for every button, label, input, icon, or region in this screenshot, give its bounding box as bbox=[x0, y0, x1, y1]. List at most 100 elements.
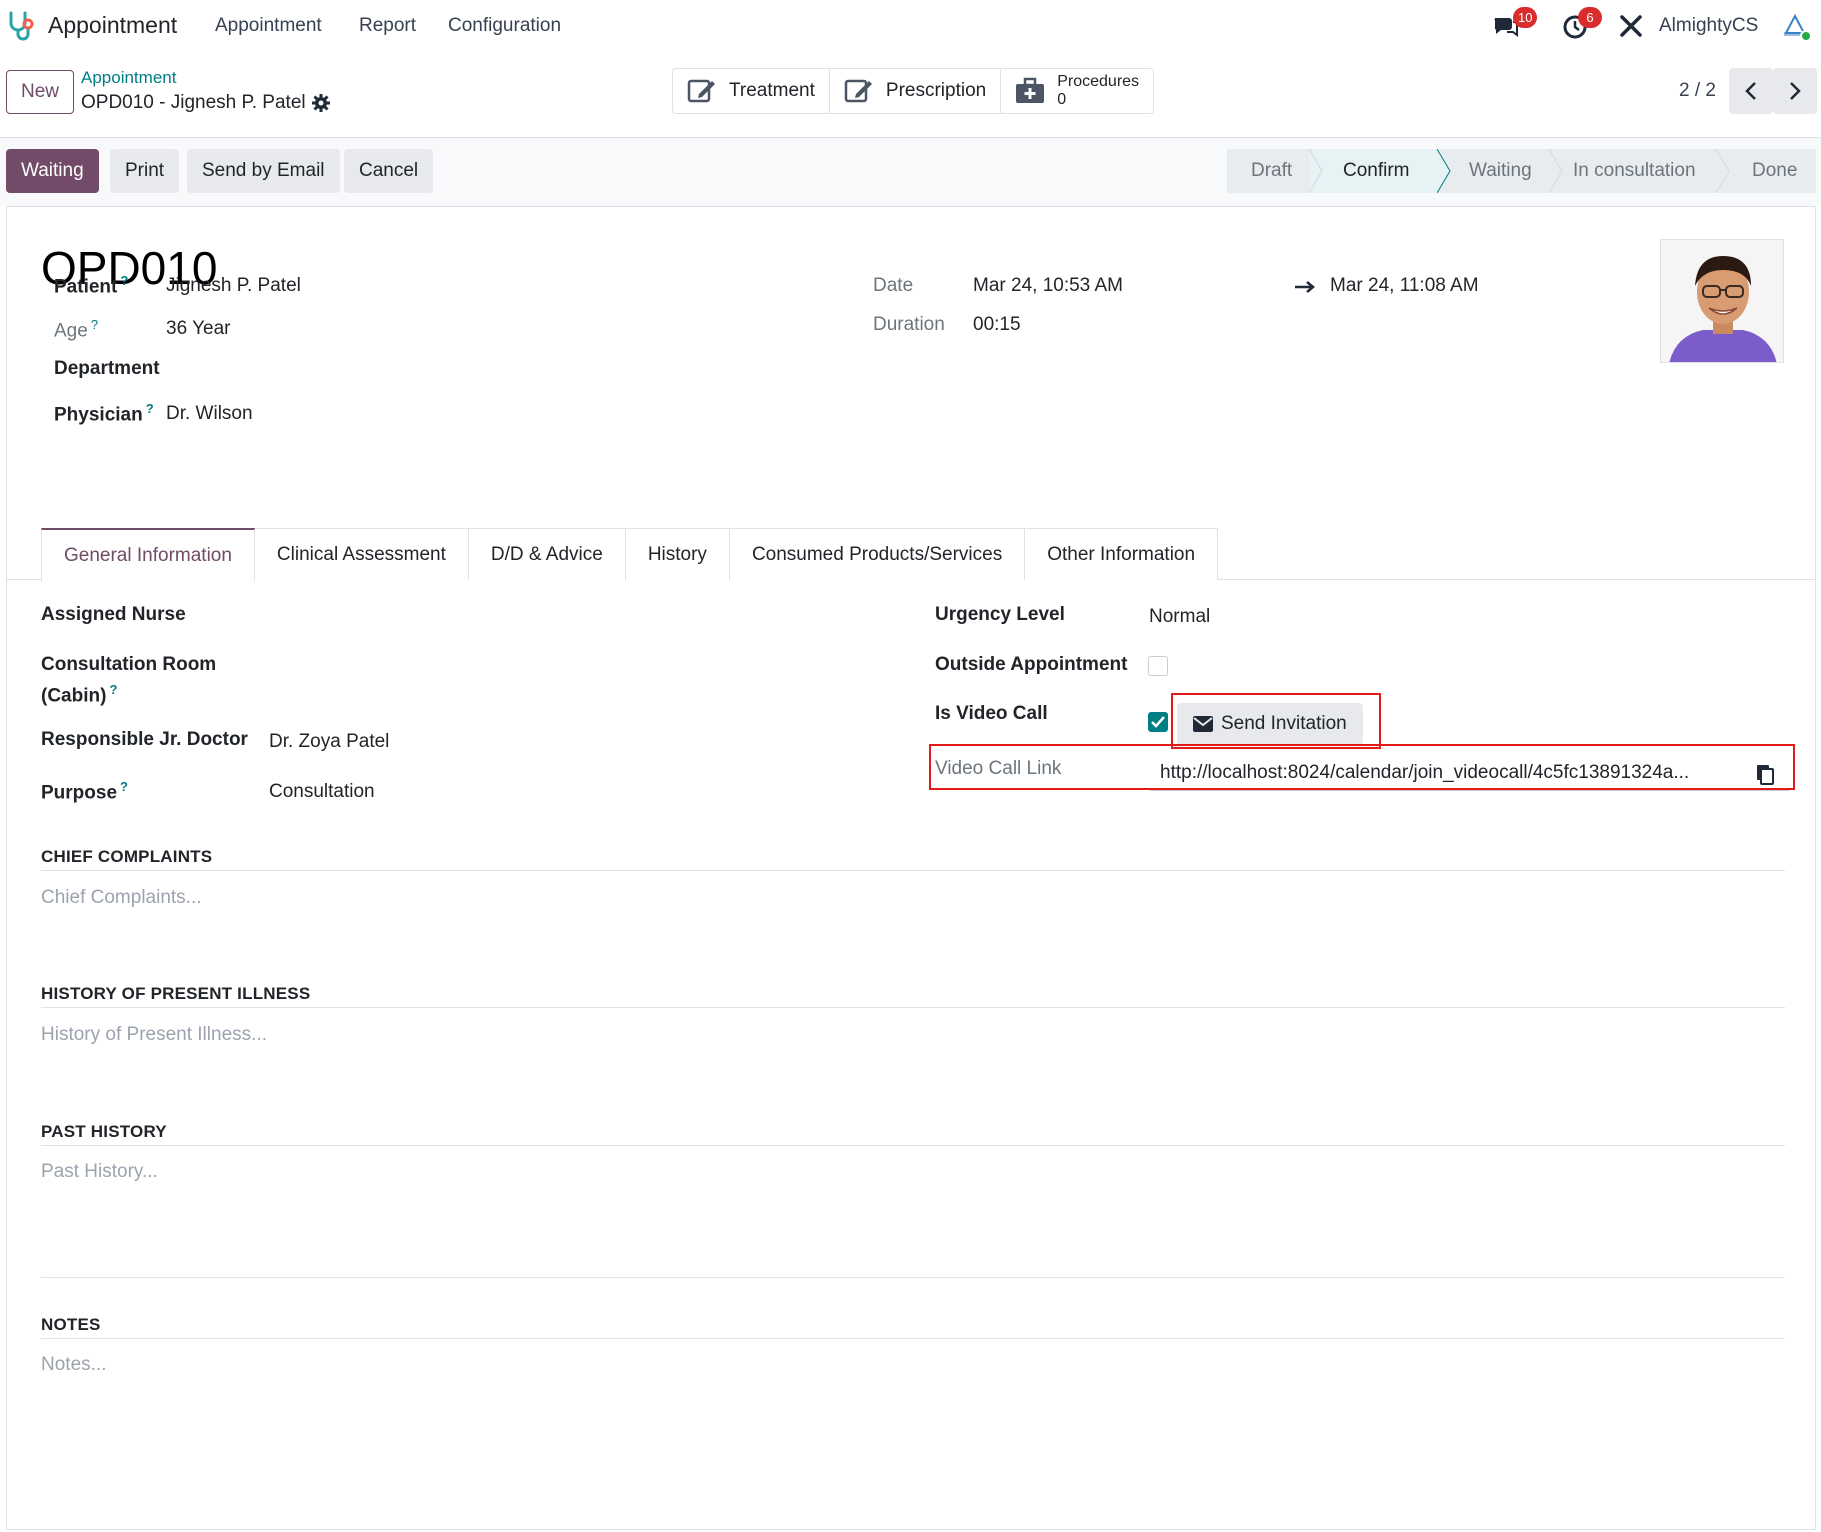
stage-arrow bbox=[1437, 149, 1451, 193]
pager-previous-button[interactable] bbox=[1729, 68, 1773, 114]
consultation-room-label: Consultation Room bbox=[41, 654, 217, 675]
urgency-value[interactable]: Normal bbox=[1149, 606, 1210, 628]
edit-icon bbox=[687, 79, 715, 103]
medkit-icon bbox=[1016, 77, 1045, 103]
duration-label: Duration bbox=[873, 314, 945, 335]
tab-consumed-products[interactable]: Consumed Products/Services bbox=[728, 528, 1026, 580]
stage-waiting-label: Waiting bbox=[1469, 160, 1532, 181]
chief-complaints-title: CHIEF COMPLAINTS bbox=[41, 847, 213, 866]
stage-done[interactable]: Done bbox=[1718, 149, 1816, 193]
purpose-label: Purpose? bbox=[41, 779, 128, 804]
prescription-button[interactable]: Prescription bbox=[830, 69, 1002, 113]
stage-draft[interactable]: Draft bbox=[1227, 149, 1323, 193]
physician-label: Physician? bbox=[54, 401, 154, 426]
urgency-label: Urgency Level bbox=[935, 604, 1065, 625]
date-label: Date bbox=[873, 275, 914, 296]
patient-value[interactable]: Jignesh P. Patel bbox=[166, 275, 301, 297]
section-divider bbox=[41, 870, 1785, 871]
hpi-title: HISTORY OF PRESENT ILLNESS bbox=[41, 984, 311, 1003]
top-navbar: Appointment Appointment Report Configura… bbox=[0, 0, 1821, 52]
chevron-left-icon bbox=[1745, 82, 1756, 100]
send-by-email-button[interactable]: Send by Email bbox=[187, 149, 340, 193]
treatment-button[interactable]: Treatment bbox=[673, 69, 830, 113]
date-start-value[interactable]: Mar 24, 10:53 AM bbox=[973, 275, 1123, 297]
age-label: Age? bbox=[54, 317, 99, 342]
jr-doctor-label: Responsible Jr. Doctor bbox=[41, 729, 248, 750]
assigned-nurse-label: Assigned Nurse bbox=[41, 604, 186, 625]
highlight-box-video-link bbox=[929, 744, 1795, 790]
tab-clinical-assessment[interactable]: Clinical Assessment bbox=[253, 528, 469, 580]
stage-in-consultation-label: In consultation bbox=[1573, 160, 1696, 181]
stethoscope-icon[interactable] bbox=[6, 10, 38, 42]
notes-input[interactable]: Notes... bbox=[41, 1354, 106, 1376]
video-call-checkbox[interactable] bbox=[1148, 712, 1168, 732]
stage-arrow bbox=[1716, 149, 1730, 193]
patient-label: Patient? bbox=[54, 273, 129, 298]
stage-waiting[interactable]: Waiting bbox=[1439, 149, 1563, 193]
waiting-button[interactable]: Waiting bbox=[6, 149, 99, 193]
app-name[interactable]: Appointment bbox=[48, 12, 177, 39]
menu-report[interactable]: Report bbox=[359, 15, 416, 37]
treatment-label: Treatment bbox=[729, 80, 815, 101]
company-name[interactable]: AlmightyCS bbox=[1659, 15, 1758, 37]
hpi-input[interactable]: History of Present Illness... bbox=[41, 1024, 267, 1046]
purpose-value[interactable]: Consultation bbox=[269, 781, 375, 803]
tools-icon[interactable] bbox=[1618, 13, 1644, 39]
form-sheet: OPD010 Patient? Jignesh P. Patel Age? 36… bbox=[6, 206, 1816, 1530]
stage-done-label: Done bbox=[1752, 160, 1798, 181]
physician-value[interactable]: Dr. Wilson bbox=[166, 403, 253, 425]
menu-appointment[interactable]: Appointment bbox=[215, 15, 322, 37]
chevron-right-icon bbox=[1790, 82, 1801, 100]
gear-icon[interactable] bbox=[312, 94, 330, 112]
procedures-label: Procedures bbox=[1057, 73, 1140, 90]
tab-history[interactable]: History bbox=[624, 528, 730, 580]
consultation-room-field[interactable] bbox=[269, 654, 669, 678]
jr-doctor-value[interactable]: Dr. Zoya Patel bbox=[269, 731, 389, 753]
edit-icon bbox=[844, 79, 872, 103]
procedures-count: 0 bbox=[1057, 91, 1067, 108]
duration-value[interactable]: 00:15 bbox=[973, 314, 1021, 336]
age-value: 36 Year bbox=[166, 318, 231, 339]
assigned-nurse-field[interactable] bbox=[269, 604, 669, 628]
patient-photo[interactable] bbox=[1660, 239, 1784, 363]
messages-badge: 10 bbox=[1513, 7, 1538, 28]
activities-badge: 6 bbox=[1578, 7, 1602, 28]
stage-in-consultation[interactable]: In consultation bbox=[1551, 149, 1730, 193]
video-call-label: Is Video Call bbox=[935, 703, 1048, 724]
cancel-button[interactable]: Cancel bbox=[344, 149, 434, 193]
date-end-value[interactable]: Mar 24, 11:08 AM bbox=[1330, 275, 1479, 297]
tab-other-information[interactable]: Other Information bbox=[1024, 528, 1219, 580]
pager-value[interactable]: 2 / 2 bbox=[1679, 80, 1716, 102]
print-button[interactable]: Print bbox=[110, 149, 180, 193]
check-icon bbox=[1151, 716, 1165, 728]
pager-next-button[interactable] bbox=[1773, 68, 1817, 114]
stage-confirm-label: Confirm bbox=[1343, 160, 1410, 181]
stage-pipeline: Draft Confirm Waiting In consultation Do… bbox=[1227, 149, 1816, 193]
outside-appointment-label: Outside Appointment bbox=[935, 654, 1128, 675]
notes-title: NOTES bbox=[41, 1315, 101, 1334]
new-button[interactable]: New bbox=[6, 70, 74, 114]
breadcrumb-parent[interactable]: Appointment bbox=[81, 68, 176, 88]
tab-general-information[interactable]: General Information bbox=[41, 528, 255, 581]
section-divider bbox=[41, 1277, 1785, 1278]
section-divider bbox=[41, 1007, 1785, 1008]
stage-confirm[interactable]: Confirm bbox=[1311, 149, 1451, 193]
section-divider bbox=[41, 1338, 1785, 1339]
past-history-input[interactable]: Past History... bbox=[41, 1161, 158, 1183]
stage-draft-label: Draft bbox=[1251, 160, 1293, 181]
department-field[interactable] bbox=[166, 358, 566, 382]
section-divider bbox=[41, 1145, 1785, 1146]
cabin-label: (Cabin)? bbox=[41, 682, 118, 707]
tab-dd-advice[interactable]: D/D & Advice bbox=[467, 528, 626, 580]
prescription-label: Prescription bbox=[885, 80, 987, 101]
smart-buttons: Treatment Prescription Procedures 0 bbox=[672, 68, 1155, 114]
outside-appointment-checkbox[interactable] bbox=[1148, 656, 1168, 676]
status-bar: Waiting Print Send by Email Cancel Draft… bbox=[0, 138, 1821, 206]
stage-arrow bbox=[1549, 149, 1563, 193]
stage-arrow bbox=[1309, 149, 1323, 193]
chief-complaints-input[interactable]: Chief Complaints... bbox=[41, 887, 202, 909]
breadcrumb-current: OPD010 - Jignesh P. Patel bbox=[81, 92, 306, 113]
procedures-button[interactable]: Procedures 0 bbox=[1001, 69, 1153, 113]
patient-avatar-icon bbox=[1661, 240, 1783, 362]
menu-configuration[interactable]: Configuration bbox=[448, 15, 561, 37]
